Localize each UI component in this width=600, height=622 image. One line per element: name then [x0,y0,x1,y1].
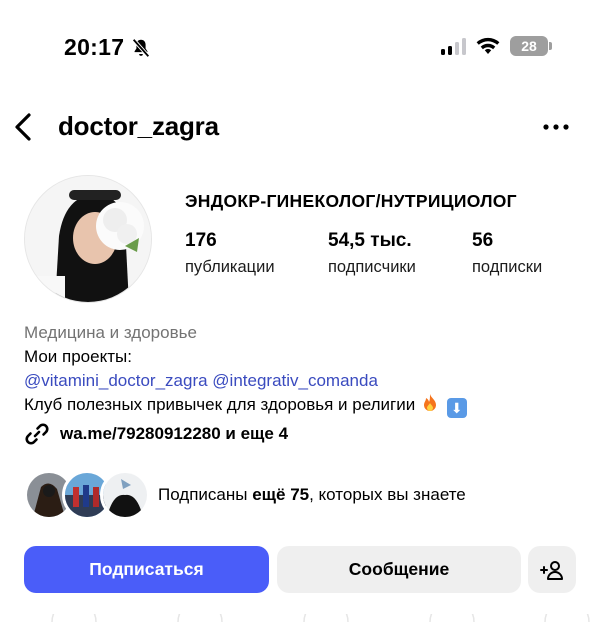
stat-followers-count: 54,5 тыс. [328,230,412,251]
stat-following[interactable]: 56 подписки [472,230,542,277]
avatar-photo [25,176,151,302]
bio-club-text: Клуб полезных привычек для здоровья и ре… [24,395,416,414]
bio-club-line: Клуб полезных привычек для здоровья и ре… [24,393,467,418]
back-arrow-icon[interactable] [12,109,36,145]
mutual-followers-text: Подписаны ещё 75, которых вы знаете [158,485,466,505]
external-link[interactable]: wa.me/79280912280 и еще 4 [24,421,288,447]
bio-projects-label: Мои проекты: [24,347,132,366]
message-button[interactable]: Сообщение [277,546,521,593]
fire-emoji-icon [423,394,436,411]
mutual-avatars [24,470,150,520]
status-bar-time: 20:17 [64,34,152,61]
profile-avatar[interactable] [24,175,152,303]
time-text: 20:17 [64,34,125,60]
mutual-prefix: Подписаны [158,485,253,504]
profile-category-title: ЭНДОКР-ГИНЕКОЛОГ/НУТРИЦИОЛОГ [185,191,517,211]
battery-icon: 28 [510,36,552,56]
highlights-row-edge [51,614,590,622]
stat-posts-label: публикации [185,258,275,276]
follow-button[interactable]: Подписаться [24,546,269,593]
mutual-followers[interactable]: Подписаны ещё 75, которых вы знаете [24,470,466,520]
cellular-signal-icon [441,37,466,55]
stat-following-count: 56 [472,230,494,251]
mutual-avatar [100,470,150,520]
profile-bio: Медицина и здоровье Мои проекты: @vitami… [24,321,467,418]
add-person-icon [540,560,563,580]
link-chain-icon [25,423,49,445]
suggested-users-button[interactable] [528,546,576,593]
bio-category: Медицина и здоровье [24,323,197,342]
stat-followers-label: подписчики [328,258,416,276]
mutual-count: ещё 75 [252,485,310,504]
battery-level: 28 [521,38,537,54]
down-arrow-emoji-icon: ⬇ [446,398,467,418]
status-bar-indicators: 28 [441,36,552,56]
stat-posts[interactable]: 176 публикации [185,230,275,277]
mutual-suffix: , которых вы знаете [309,485,466,504]
bio-mentions[interactable]: @vitamini_doctor_zagra @integrativ_coman… [24,369,467,393]
profile-header: doctor_zagra [0,105,600,149]
stat-posts-count: 176 [185,230,217,251]
bell-muted-icon [132,38,151,57]
wifi-icon [476,37,500,54]
more-options-icon[interactable] [542,117,570,137]
stat-followers[interactable]: 54,5 тыс. подписчики [328,230,416,277]
external-link-text: wa.me/79280912280 и еще 4 [60,424,289,443]
stat-following-label: подписки [472,258,543,276]
profile-username: doctor_zagra [58,111,219,141]
